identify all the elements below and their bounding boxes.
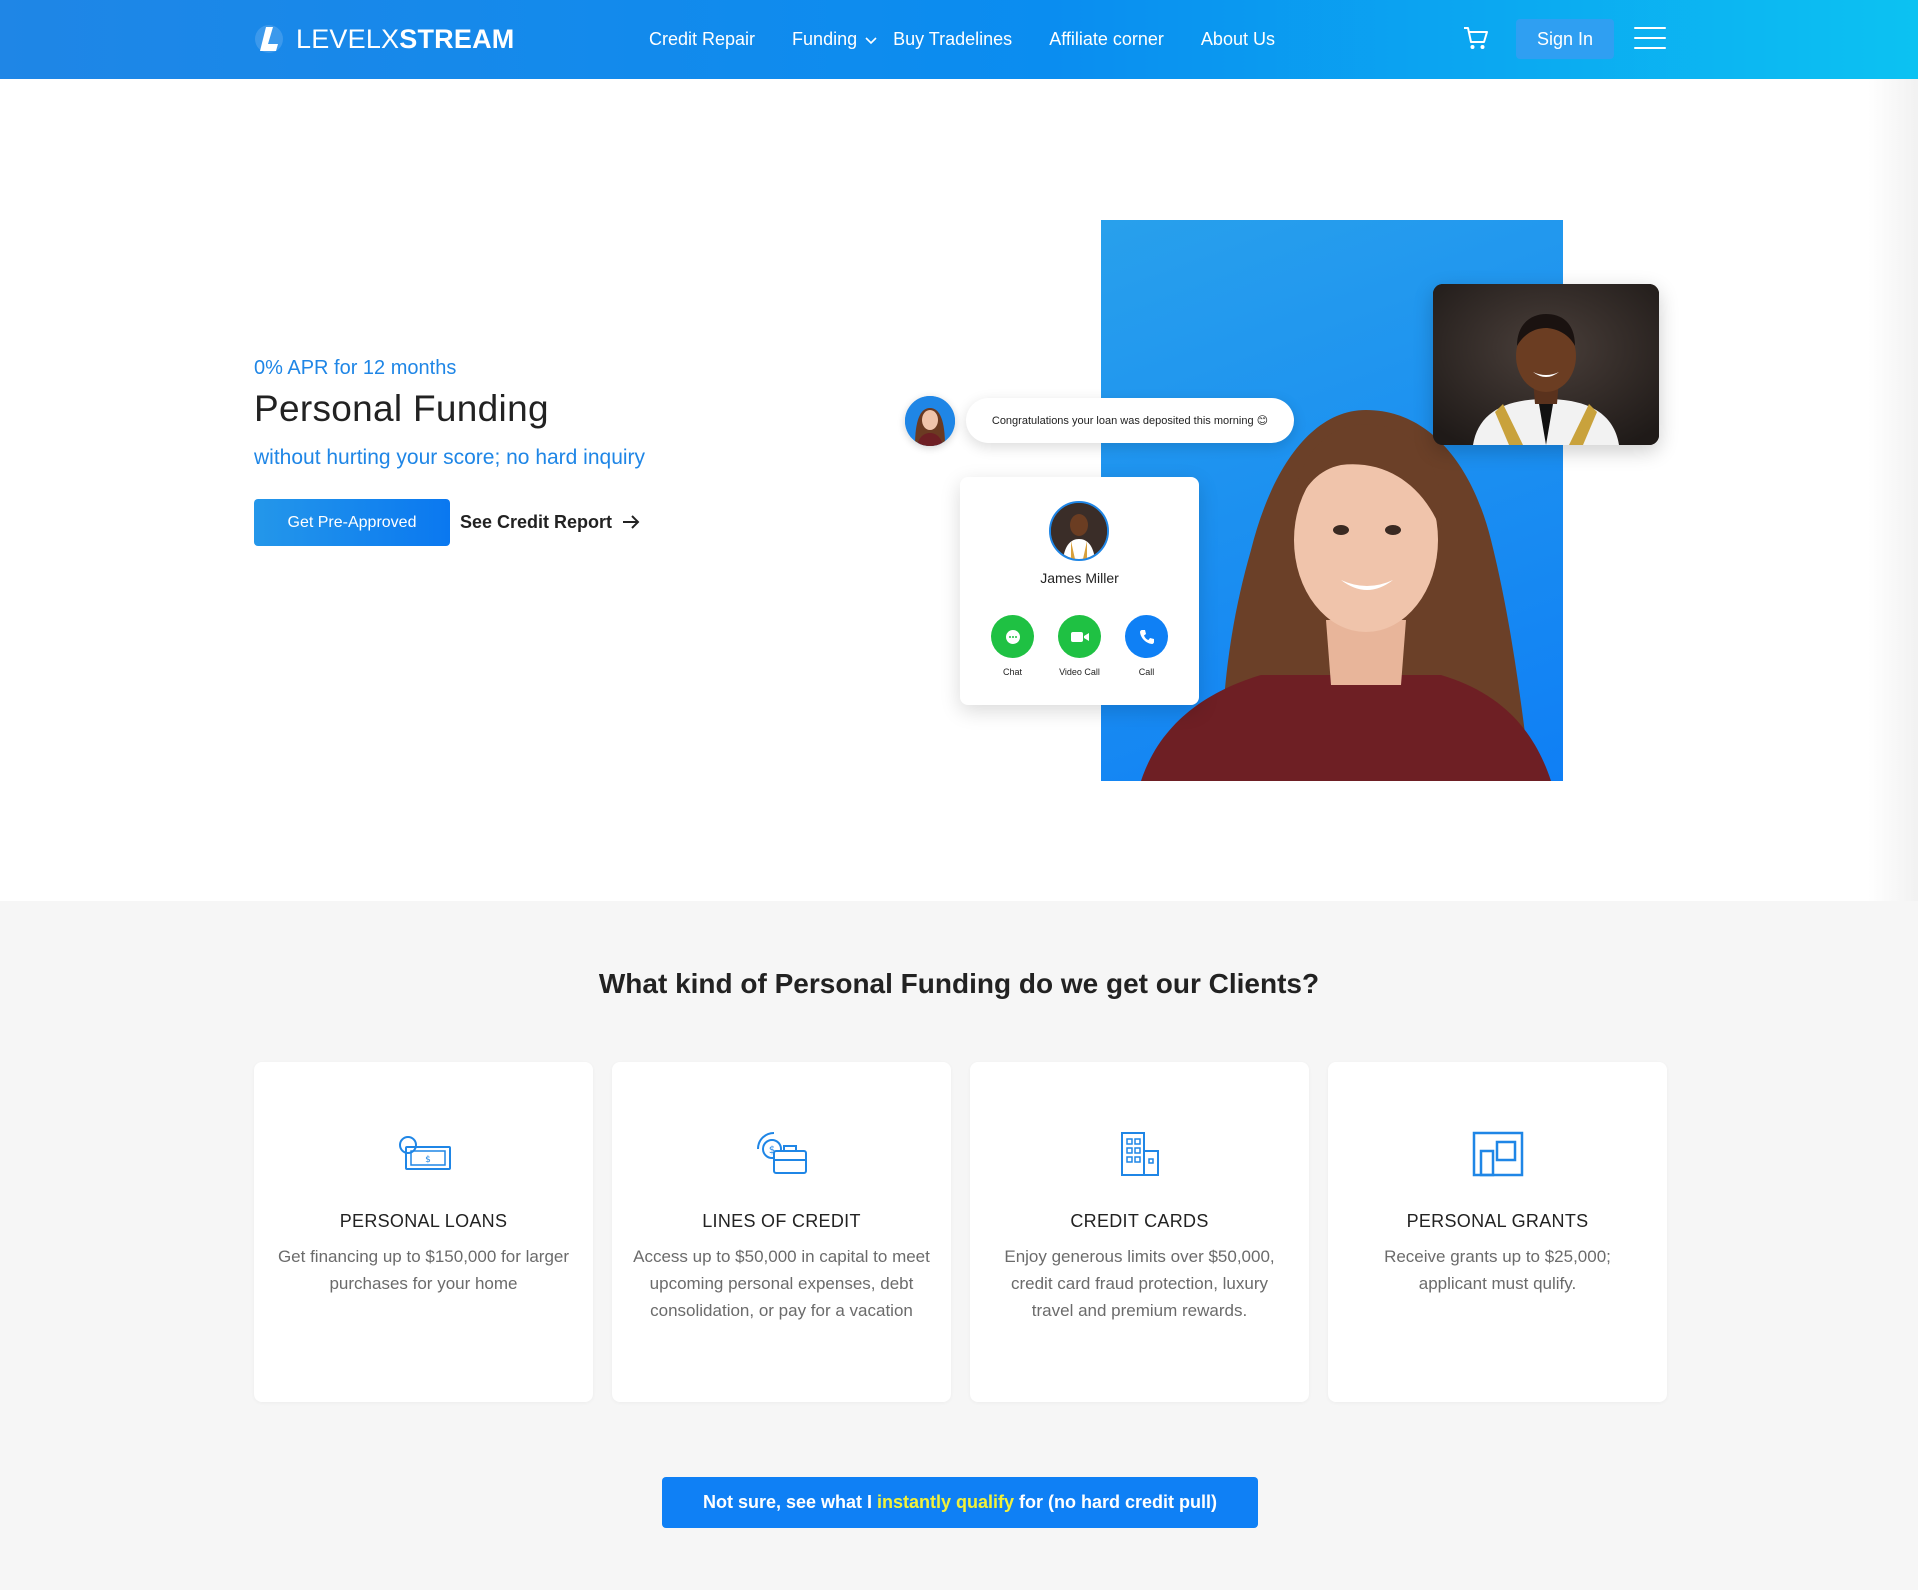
card-title-personal-loans: PERSONAL LOANS: [339, 1211, 508, 1231]
cart-icon[interactable]: [1462, 24, 1490, 52]
card-lines-of-credit: $ LINES OF CREDIT Access up to $50,000 i…: [612, 1062, 951, 1402]
hero-title: Personal Funding: [254, 388, 549, 429]
card-title-personal-grants: PERSONAL GRANTS: [1406, 1211, 1589, 1231]
hero-eyebrow: 0% APR for 12 months: [254, 357, 457, 379]
chat-action-label: Chat: [1002, 667, 1022, 677]
cta-text-highlight: instantly qualify: [877, 1492, 1015, 1512]
logo-text-part1: LEVELX: [296, 23, 400, 54]
logo-text: LEVELXSTREAM: [296, 24, 514, 55]
brand-logo[interactable]: LEVELXSTREAM: [254, 22, 514, 56]
see-credit-report-label: See Credit Report: [460, 511, 613, 532]
card-title-lines-of-credit: LINES OF CREDIT: [702, 1211, 861, 1231]
card-text-personal-loans: Get financing up to $150,000 for larger …: [277, 1247, 570, 1293]
call-action-label: Call: [1138, 667, 1155, 677]
card-personal-grants: PERSONAL GRANTS Receive grants up to $25…: [1328, 1062, 1667, 1402]
sign-in-button[interactable]: Sign In: [1516, 19, 1614, 59]
main-nav: Credit Repair Funding Buy Tradelines Aff…: [649, 0, 1275, 79]
nav-affiliate-corner[interactable]: Affiliate corner: [1049, 29, 1164, 50]
nav-funding[interactable]: Funding: [792, 29, 877, 50]
svg-text:$: $: [425, 1155, 431, 1165]
card-personal-loans: $ PERSONAL LOANS Get financing up to $15…: [254, 1062, 593, 1402]
caller-avatar: [1049, 501, 1109, 561]
chat-bubble: Congratulations your loan was deposited …: [966, 398, 1294, 443]
logo-mark-icon: [255, 25, 283, 53]
building-icon: [1120, 1132, 1159, 1176]
card-text-lines-of-credit: Access up to $50,000 in capital to meet …: [633, 1247, 930, 1320]
top-navbar: LEVELXSTREAM Credit Repair Funding Buy T…: [0, 0, 1918, 79]
get-pre-approved-button[interactable]: Get Pre-Approved: [254, 499, 450, 546]
logo-text-part2: STREAM: [399, 23, 515, 54]
card-title-credit-cards: CREDIT CARDS: [1070, 1211, 1209, 1231]
arrow-right-icon: [623, 515, 640, 529]
phone-icon: [1125, 615, 1168, 658]
card-text-credit-cards: Enjoy generous limits over $50,000, cred…: [1004, 1247, 1275, 1320]
features-section: What kind of Personal Funding do we get …: [0, 901, 1918, 1590]
right-edge-shadow: [1868, 79, 1918, 911]
cta-text-before: Not sure, see what I: [702, 1492, 873, 1512]
nav-credit-repair[interactable]: Credit Repair: [649, 29, 755, 50]
man-photo-card: [1433, 284, 1659, 445]
hero-subtitle: without hurting your score; no hard inqu…: [254, 446, 646, 469]
chevron-down-icon: [865, 36, 877, 44]
video-icon: [1058, 615, 1101, 658]
chat-action-button[interactable]: Chat: [979, 615, 1046, 677]
video-call-action-button[interactable]: Video Call: [1046, 615, 1113, 677]
caller-name: James Miller: [1040, 570, 1119, 586]
chat-icon: [991, 615, 1034, 658]
nav-funding-label: Funding: [792, 29, 858, 49]
cta-text-after: for (no hard credit pull): [1019, 1492, 1218, 1512]
instant-qualify-button[interactable]: Not sure, see what I instantly qualify f…: [662, 1477, 1258, 1528]
card-credit-cards: CREDIT CARDS Enjoy generous limits over …: [970, 1062, 1309, 1402]
call-actions: Chat Video Call Call: [960, 615, 1199, 677]
features-title: What kind of Personal Funding do we get …: [598, 968, 1320, 999]
nav-buy-tradelines[interactable]: Buy Tradelines: [893, 29, 1012, 50]
briefcase-dollar-icon: $: [756, 1132, 807, 1174]
frame-icon: [1472, 1131, 1523, 1177]
money-icon: $: [398, 1136, 451, 1170]
card-text-personal-grants: Receive grants up to $25,000; applicant …: [1384, 1247, 1611, 1293]
contact-card: James Miller Chat Video Call Call: [960, 477, 1199, 705]
video-call-action-label: Video Call: [1059, 667, 1100, 677]
nav-about-us[interactable]: About Us: [1201, 29, 1275, 50]
call-action-button[interactable]: Call: [1113, 615, 1180, 677]
agent-avatar: [905, 396, 955, 446]
see-credit-report-link[interactable]: See Credit Report: [460, 509, 640, 535]
hamburger-icon[interactable]: [1634, 27, 1666, 51]
